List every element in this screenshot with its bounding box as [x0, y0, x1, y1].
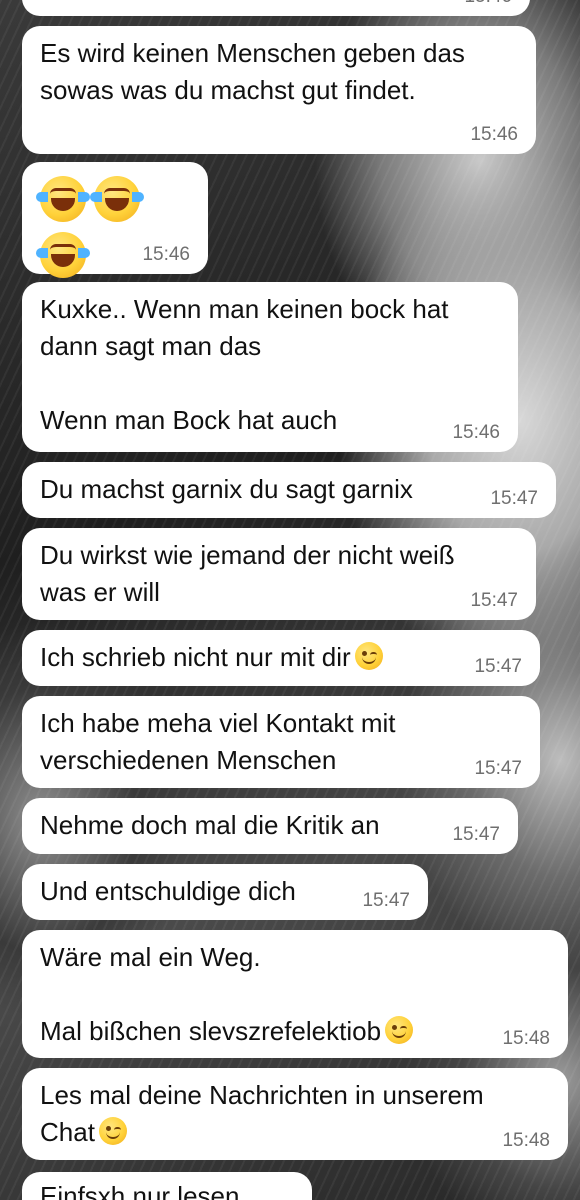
- message-text: Du machst garnix du sagt garnix: [40, 474, 413, 504]
- message-time: 15:46: [464, 0, 512, 8]
- winking-face-icon: [98, 1117, 127, 1145]
- message-time: 15:46: [142, 244, 190, 265]
- message-text: Ich habe meha viel Kontakt mit verschied…: [40, 708, 396, 775]
- emoji-row: [36, 176, 192, 288]
- message-bubble[interactable]: Du wirkst wie jemand der nicht weiß was …: [22, 528, 536, 620]
- winking-face-icon: [354, 642, 383, 670]
- message-time: 15:47: [470, 590, 518, 611]
- message-time: 15:46: [452, 422, 500, 443]
- message-bubble[interactable]: Wäre mal ein Weg. Mal bißchen slevszrefe…: [22, 930, 568, 1058]
- message-bubble[interactable]: Nehme doch mal die Kritik an 15:47: [22, 798, 518, 854]
- message-time: 15:47: [490, 488, 538, 509]
- message-bubble[interactable]: Ich habe meha viel Kontakt mit verschied…: [22, 696, 540, 788]
- winking-face-icon: [385, 1016, 414, 1044]
- message-time: 15:48: [502, 1028, 550, 1049]
- message-bubble[interactable]: Ich schrieb nicht nur mit dir 15:47: [22, 630, 540, 686]
- message-text: Es wird keinen Menschen geben das sowas …: [40, 38, 465, 105]
- message-text: Ich schrieb nicht nur mit dir: [40, 642, 351, 672]
- message-bubble-partial-top[interactable]: 15:46: [22, 0, 530, 16]
- message-text: Wäre mal ein Weg. Mal bißchen slevszrefe…: [40, 942, 382, 1046]
- message-bubble-emoji[interactable]: 15:46: [22, 162, 208, 278]
- message-time: 15:47: [474, 758, 522, 779]
- message-text: Einfsxh nur lesen: [40, 1181, 240, 1200]
- message-bubble[interactable]: Du machst garnix du sagt garnix 15:47: [22, 462, 556, 518]
- message-time: 15:47: [452, 824, 500, 845]
- message-bubble[interactable]: Kuxke.. Wenn man keinen bock hat dann sa…: [22, 282, 518, 452]
- message-bubble-partial-bottom[interactable]: Einfsxh nur lesen: [22, 1172, 312, 1200]
- message-text: Kuxke.. Wenn man keinen bock hat dann sa…: [40, 294, 449, 435]
- message-time: 15:47: [474, 656, 522, 677]
- laughing-face-icon: [36, 232, 90, 278]
- message-time: 15:47: [362, 890, 410, 911]
- message-bubble[interactable]: Und entschuldige dich 15:47: [22, 864, 428, 920]
- chat-message-list[interactable]: 15:46 Es wird keinen Menschen geben das …: [0, 0, 580, 1200]
- laughing-face-icon: [90, 176, 144, 222]
- message-bubble[interactable]: Les mal deine Nachrichten in unserem Cha…: [22, 1068, 568, 1160]
- laughing-face-icon: [36, 176, 90, 222]
- message-time: 15:46: [470, 124, 518, 145]
- message-bubble[interactable]: Es wird keinen Menschen geben das sowas …: [22, 26, 536, 154]
- message-text: Und entschuldige dich: [40, 876, 296, 906]
- message-time: 15:48: [502, 1130, 550, 1151]
- message-text: Nehme doch mal die Kritik an: [40, 810, 380, 840]
- message-text: Du wirkst wie jemand der nicht weiß was …: [40, 540, 455, 607]
